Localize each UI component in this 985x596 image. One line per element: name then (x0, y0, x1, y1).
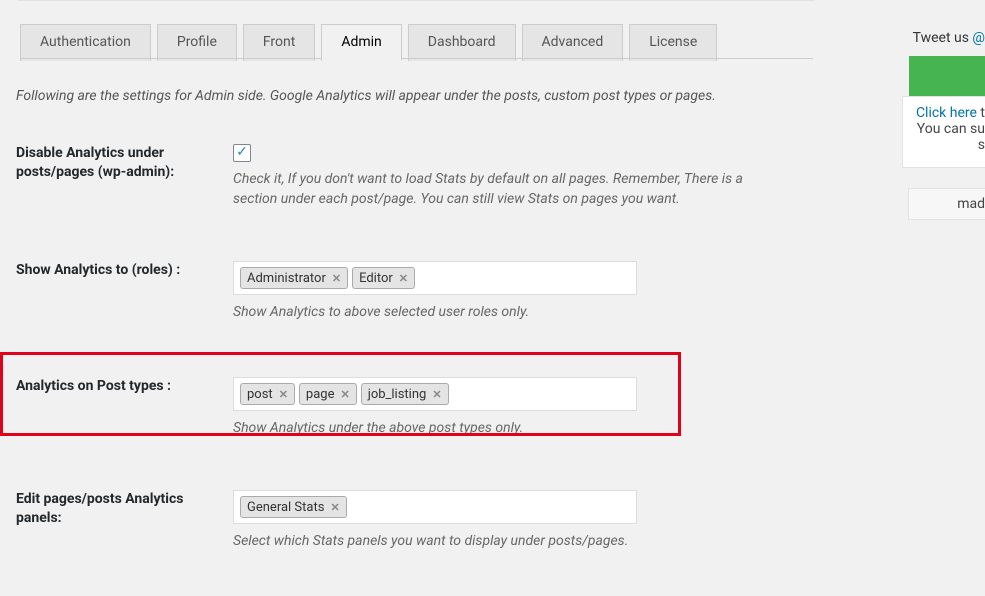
setting-label: Show Analytics to (roles) : (16, 261, 221, 280)
roles-select[interactable]: Administrator✕ Editor✕ (233, 261, 637, 295)
tab-admin[interactable]: Admin (321, 24, 401, 61)
sidebar-tweet-text: Tweet us @ (913, 30, 985, 46)
sidebar-info-card: Click here t You can su s (902, 96, 985, 168)
post-type-tag[interactable]: job_listing✕ (361, 383, 449, 405)
role-tag[interactable]: Editor✕ (352, 267, 415, 289)
panels-select[interactable]: General Stats✕ (233, 490, 637, 524)
twitter-link[interactable]: @ (972, 30, 985, 46)
post-types-select[interactable]: post✕ page✕ job_listing✕ (233, 377, 637, 411)
remove-tag-icon[interactable]: ✕ (279, 388, 288, 401)
tab-intro-text: Following are the settings for Admin sid… (16, 88, 716, 104)
click-here-link[interactable]: Click here (916, 105, 977, 121)
setting-help: Show Analytics under the above post type… (233, 419, 753, 439)
post-type-tag[interactable]: post✕ (240, 383, 295, 405)
setting-label: Disable Analytics under posts/pages (wp-… (16, 144, 221, 182)
tab-license[interactable]: License (629, 24, 717, 61)
role-tag[interactable]: Administrator✕ (240, 267, 348, 289)
disable-analytics-checkbox[interactable] (233, 144, 251, 162)
remove-tag-icon[interactable]: ✕ (399, 272, 408, 285)
tab-advanced[interactable]: Advanced (522, 24, 624, 61)
tab-front[interactable]: Front (243, 24, 315, 61)
remove-tag-icon[interactable]: ✕ (432, 388, 441, 401)
sidebar-green-button[interactable] (909, 56, 985, 96)
setting-label: Analytics on Post types : (16, 377, 221, 396)
tab-authentication[interactable]: Authentication (20, 24, 151, 61)
setting-help: Select which Stats panels you want to di… (233, 532, 753, 552)
panel-tag[interactable]: General Stats✕ (240, 496, 347, 518)
post-type-tag[interactable]: page✕ (299, 383, 357, 405)
setting-help: Check it, If you don't want to load Stat… (233, 170, 753, 209)
sidebar-footer-bar: mad (908, 188, 985, 220)
setting-help: Show Analytics to above selected user ro… (233, 303, 753, 323)
remove-tag-icon[interactable]: ✕ (332, 272, 341, 285)
tab-profile[interactable]: Profile (157, 24, 237, 61)
tabs-nav: Authentication Profile Front Admin Dashb… (20, 24, 717, 61)
setting-label: Edit pages/posts Analytics panels: (16, 490, 221, 528)
tab-dashboard[interactable]: Dashboard (408, 24, 516, 61)
remove-tag-icon[interactable]: ✕ (330, 501, 339, 514)
remove-tag-icon[interactable]: ✕ (340, 388, 349, 401)
